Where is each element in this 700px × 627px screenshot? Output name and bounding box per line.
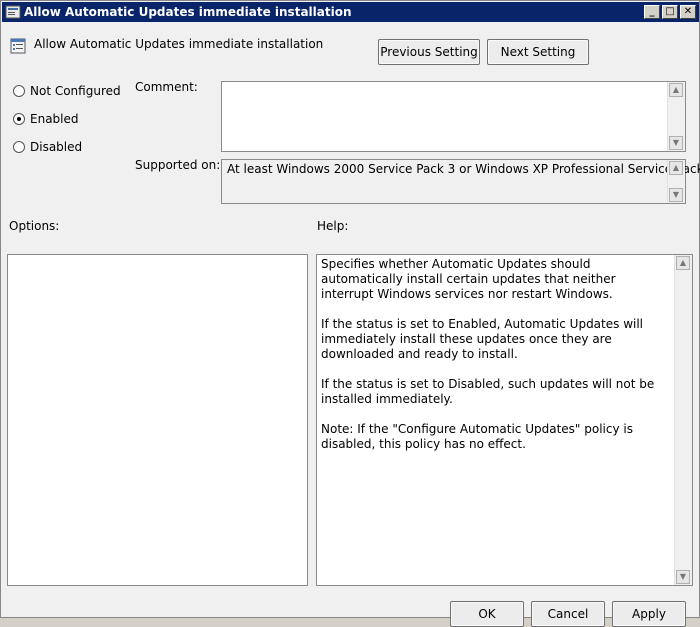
next-setting-button[interactable]: Next Setting [487, 39, 589, 65]
scroll-up-arrow-icon[interactable]: ▲ [669, 83, 683, 97]
scroll-down-arrow-icon[interactable]: ▼ [669, 136, 683, 150]
help-paragraph: If the status is set to Disabled, such u… [321, 377, 655, 406]
help-scrollbar[interactable]: ▲ ▼ [674, 255, 692, 585]
help-paragraph: Note: If the "Configure Automatic Update… [321, 422, 633, 451]
maximize-button[interactable]: □ [662, 5, 678, 19]
comment-label: Comment: [135, 80, 198, 94]
help-pane: Specifies whether Automatic Updates shou… [316, 254, 693, 586]
cancel-button[interactable]: Cancel [531, 601, 605, 627]
options-label: Options: [9, 219, 60, 233]
title-bar[interactable]: Allow Automatic Updates immediate instal… [2, 2, 699, 22]
policy-name: Allow Automatic Updates immediate instal… [34, 37, 324, 51]
help-paragraph: If the status is set to Enabled, Automat… [321, 317, 644, 361]
scroll-up-arrow-icon[interactable]: ▲ [676, 256, 690, 270]
group-policy-icon [5, 5, 21, 19]
scroll-down-arrow-icon[interactable]: ▼ [669, 188, 683, 202]
supported-on-field: At least Windows 2000 Service Pack 3 or … [221, 159, 700, 204]
disabled-radio[interactable] [13, 141, 25, 153]
supported-on-label: Supported on: [135, 158, 221, 172]
supported-on-value: At least Windows 2000 Service Pack 3 or … [227, 162, 700, 176]
scroll-up-arrow-icon[interactable]: ▲ [669, 161, 683, 175]
close-button[interactable]: ✕ [680, 5, 696, 19]
previous-setting-button[interactable]: Previous Setting [378, 39, 480, 65]
apply-button[interactable]: Apply [612, 601, 686, 627]
ok-button[interactable]: OK [450, 601, 524, 627]
supported-scrollbar[interactable]: ▲ ▼ [667, 160, 685, 203]
options-pane [7, 254, 308, 586]
comment-textbox[interactable]: ▲ ▼ [221, 81, 686, 152]
comment-scrollbar[interactable]: ▲ ▼ [667, 82, 685, 151]
policy-setting-icon [10, 38, 26, 54]
window-title: Allow Automatic Updates immediate instal… [24, 5, 352, 19]
not-configured-radio[interactable] [13, 85, 25, 97]
policy-dialog: Allow Automatic Updates immediate instal… [0, 0, 700, 627]
disabled-label[interactable]: Disabled [30, 140, 82, 154]
enabled-radio[interactable] [13, 113, 25, 125]
minimize-button[interactable]: _ [644, 5, 660, 19]
help-paragraph: Specifies whether Automatic Updates shou… [321, 257, 616, 301]
enabled-label[interactable]: Enabled [30, 112, 79, 126]
help-label: Help: [317, 219, 349, 233]
scroll-down-arrow-icon[interactable]: ▼ [676, 570, 690, 584]
help-text: Specifies whether Automatic Updates shou… [321, 257, 671, 467]
not-configured-label[interactable]: Not Configured [30, 84, 121, 98]
